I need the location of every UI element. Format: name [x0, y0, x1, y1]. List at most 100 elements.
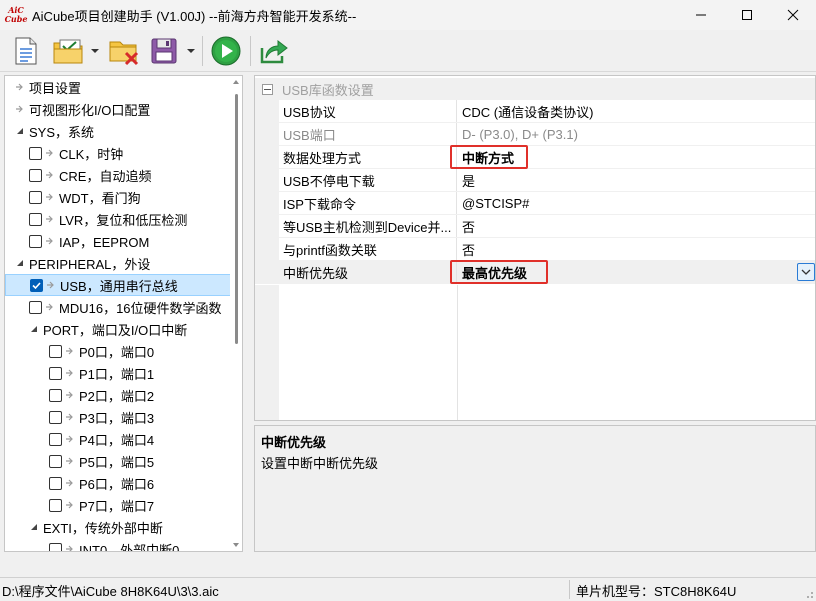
- property-value[interactable]: @STCISP#: [457, 192, 815, 214]
- close-button[interactable]: [770, 0, 816, 30]
- minimize-button[interactable]: [678, 0, 724, 30]
- property-value[interactable]: 最高优先级: [450, 260, 815, 284]
- arrow-right-icon: [45, 303, 55, 311]
- tree-item-checkbox[interactable]: [49, 542, 62, 551]
- property-category[interactable]: USB库函数设置: [255, 78, 815, 100]
- close-project-button[interactable]: [106, 34, 142, 68]
- property-row[interactable]: 等USB主机检测到Device并... 否: [255, 215, 815, 238]
- tree-item[interactable]: CRE，自动追频: [5, 164, 231, 186]
- tree-item[interactable]: PORT，端口及I/O口中断: [5, 318, 231, 340]
- property-row[interactable]: USB协议 CDC (通信设备类协议): [255, 100, 815, 123]
- chevron-down-icon: [801, 269, 811, 275]
- chevron-down-icon: [187, 49, 195, 53]
- save-project-button[interactable]: [146, 34, 182, 68]
- property-value-text: 中断方式: [462, 150, 515, 166]
- property-row[interactable]: 中断优先级 最高优先级: [255, 260, 815, 284]
- tree-item[interactable]: IAP，EEPROM: [5, 230, 231, 252]
- property-value[interactable]: D- (P3.0), D+ (P3.1): [457, 123, 815, 145]
- tree-item-checkbox[interactable]: [29, 300, 42, 314]
- property-row[interactable]: 数据处理方式 中断方式: [255, 145, 815, 169]
- export-button[interactable]: [256, 34, 292, 68]
- export-icon: [260, 39, 288, 64]
- arrow-right-icon: [45, 215, 55, 223]
- new-project-button[interactable]: [10, 34, 42, 68]
- open-project-button[interactable]: [51, 34, 87, 68]
- tree-item-checkbox[interactable]: [49, 454, 62, 468]
- tree-item[interactable]: P1口，端口1: [5, 362, 231, 384]
- tree-item-label: IAP，EEPROM: [59, 234, 150, 250]
- property-value[interactable]: 中断方式: [450, 145, 815, 169]
- open-dropdown-button[interactable]: [89, 34, 101, 68]
- toolbar: [0, 30, 816, 72]
- property-row[interactable]: USB不停电下载是: [255, 169, 815, 192]
- tree-item-checkbox[interactable]: [49, 410, 62, 424]
- tree-item[interactable]: SYS，系统: [5, 120, 231, 142]
- tree-item-checkbox[interactable]: [29, 234, 42, 248]
- tree-item-checkbox[interactable]: [49, 498, 62, 512]
- tree-item[interactable]: EXTI，传统外部中断: [5, 516, 231, 538]
- tree-item[interactable]: P7口，端口7: [5, 494, 231, 516]
- project-tree-panel: 项目设置 可视图形化I/O口配置 SYS，系统 CLK，时钟 CRE，自动追频 WDT，看…: [4, 75, 243, 552]
- tree-item-checkbox[interactable]: [49, 476, 62, 490]
- tree-item[interactable]: P3口，端口3: [5, 406, 231, 428]
- property-value-text: 最高优先级: [462, 265, 528, 281]
- tree-item[interactable]: INT0，外部中断0: [5, 538, 231, 551]
- property-name: USB不停电下载: [279, 169, 457, 191]
- expanded-triangle-icon[interactable]: [15, 127, 25, 135]
- tree-item-label: INT0，外部中断0: [79, 542, 180, 552]
- property-row[interactable]: ISP下载命令 @STCISP#: [255, 192, 815, 215]
- arrow-right-icon: [65, 501, 75, 509]
- tree-item[interactable]: P0口，端口0: [5, 340, 231, 362]
- tree-item[interactable]: USB，通用串行总线: [5, 274, 231, 296]
- property-value[interactable]: 否: [457, 238, 815, 260]
- tree-item-label: PERIPHERAL，外设: [29, 256, 151, 272]
- maximize-button[interactable]: [724, 0, 770, 30]
- arrow-right-icon: [46, 281, 56, 289]
- tree-item[interactable]: P4口，端口4: [5, 428, 231, 450]
- scroll-thumb[interactable]: [235, 94, 238, 344]
- property-row[interactable]: 与printf函数关联否: [255, 238, 815, 261]
- tree-item-checkbox[interactable]: [29, 212, 42, 226]
- tree-item[interactable]: P5口，端口5: [5, 450, 231, 472]
- property-name: 与printf函数关联: [279, 238, 457, 260]
- tree-item[interactable]: 可视图形化I/O口配置: [5, 98, 231, 120]
- tree-item[interactable]: P6口，端口6: [5, 472, 231, 494]
- expanded-triangle-icon[interactable]: [29, 523, 39, 531]
- tree-scrollbar[interactable]: [230, 76, 242, 551]
- toolbar-separator: [250, 36, 251, 66]
- tree-item-checkbox[interactable]: [29, 190, 42, 204]
- tree-item[interactable]: LVR，复位和低压检测: [5, 208, 231, 230]
- tree-item-checkbox[interactable]: [49, 388, 62, 402]
- scroll-down-icon[interactable]: [233, 543, 239, 547]
- tree-item-label: CRE，自动追频: [59, 168, 152, 184]
- resize-grip-icon[interactable]: [804, 589, 814, 599]
- property-value-text: CDC (通信设备类协议): [462, 104, 594, 120]
- collapse-icon[interactable]: [262, 83, 273, 95]
- tree-item[interactable]: CLK，时钟: [5, 142, 231, 164]
- tree-item[interactable]: MDU16，16位硬件数学函数: [5, 296, 231, 318]
- scroll-up-icon[interactable]: [233, 80, 239, 84]
- tree-item-label: CLK，时钟: [59, 146, 124, 162]
- tree-item[interactable]: P2口，端口2: [5, 384, 231, 406]
- tree-item-checkbox[interactable]: [49, 366, 62, 380]
- arrow-right-icon: [65, 369, 75, 377]
- property-row[interactable]: USB端口 D- (P3.0), D+ (P3.1): [255, 123, 815, 146]
- property-value[interactable]: CDC (通信设备类协议): [457, 100, 815, 122]
- expanded-triangle-icon[interactable]: [15, 259, 25, 267]
- close-folder-icon: [109, 41, 139, 66]
- tree-item-checkbox[interactable]: [29, 146, 42, 160]
- property-value[interactable]: 否: [457, 215, 815, 237]
- expanded-triangle-icon[interactable]: [29, 325, 39, 333]
- run-button[interactable]: [208, 34, 244, 68]
- tree-item-checkbox[interactable]: [30, 278, 43, 292]
- save-dropdown-button[interactable]: [185, 34, 197, 68]
- tree-item-checkbox[interactable]: [29, 168, 42, 182]
- property-value[interactable]: 是: [457, 169, 815, 191]
- tree-item[interactable]: PERIPHERAL，外设: [5, 252, 231, 274]
- tree-item-checkbox[interactable]: [49, 432, 62, 446]
- description-text: 设置中断中断优先级: [261, 456, 379, 471]
- tree-item[interactable]: 项目设置: [5, 76, 231, 98]
- dropdown-button[interactable]: [797, 263, 815, 281]
- tree-item[interactable]: WDT，看门狗: [5, 186, 231, 208]
- tree-item-checkbox[interactable]: [49, 344, 62, 358]
